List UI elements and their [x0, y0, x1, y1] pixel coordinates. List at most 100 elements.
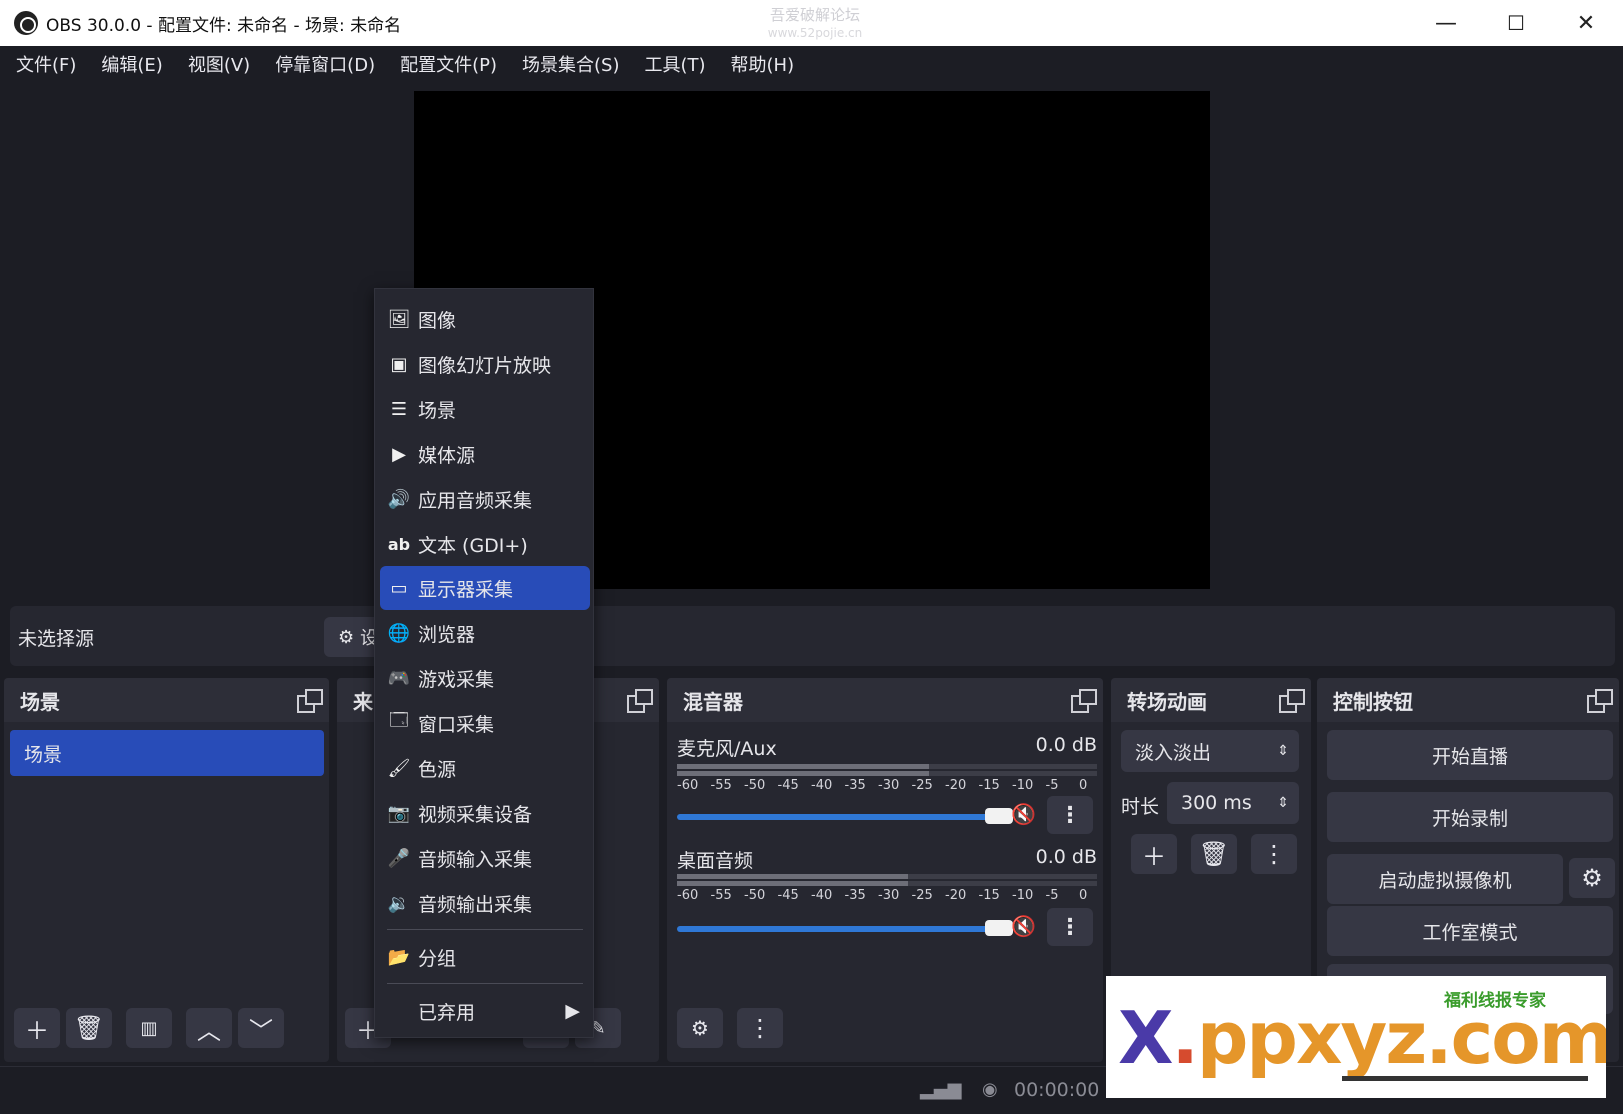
transitions-dock-header: 转场动画	[1111, 678, 1311, 722]
add-source-menu: 🖼 图像 ▣ 图像幻灯片放映 ☰ 场景 ▶ 媒体源 🔊 应用音频采集 ab 文本 (GDI+…	[374, 288, 594, 1038]
meter-scale: -60 -55 -50 -45 -40 -35 -30 -25 -20 -15 -10 -5 0	[677, 778, 1097, 796]
slider-handle[interactable]	[985, 808, 1013, 824]
float-dock-icon[interactable]	[1071, 689, 1097, 713]
muted-speaker-icon[interactable]: 🔇	[1011, 914, 1036, 938]
mixer-settings-button[interactable]: ⚙	[677, 1008, 723, 1048]
scale-tick-label: -60	[677, 888, 699, 903]
scale-tick-label: -50	[744, 888, 766, 903]
menu-item-browser[interactable]: 🌐 浏览器	[380, 611, 590, 655]
scale-tick-label: -45	[777, 888, 799, 903]
menu-item-text-gdi[interactable]: ab 文本 (GDI+)	[380, 522, 590, 566]
scene-filters-button[interactable]: ▥	[126, 1008, 172, 1048]
menu-edit[interactable]: 编辑(E)	[93, 51, 170, 77]
mixer-menu-button[interactable]: ⋮	[737, 1008, 783, 1048]
menu-item-media-source[interactable]: ▶ 媒体源	[380, 432, 590, 476]
network-signal-icon: ▂▄▆	[920, 1079, 962, 1100]
maximize-button[interactable]: ☐	[1481, 0, 1551, 46]
scale-tick-label: -40	[811, 888, 833, 903]
studio-mode-button[interactable]: 工作室模式	[1327, 906, 1613, 956]
transition-menu-button[interactable]: ⋮	[1251, 834, 1297, 874]
window-icon: 🗔	[389, 710, 409, 731]
close-button[interactable]: ✕	[1551, 0, 1621, 46]
menu-profile[interactable]: 配置文件(P)	[392, 51, 505, 77]
gear-icon: ⚙	[338, 626, 355, 648]
watermark-logo: 福利线报专家 X.ppxyz.com	[1106, 976, 1606, 1098]
scale-tick-label: -5	[1045, 888, 1059, 903]
volume-meter	[677, 764, 1097, 778]
more-vertical-icon: ⋮	[1059, 914, 1081, 940]
float-dock-icon[interactable]	[297, 689, 323, 713]
menu-item-image[interactable]: 🖼 图像	[380, 297, 590, 341]
scale-tick-label: -55	[710, 888, 732, 903]
menu-item-display-capture[interactable]: ▭ 显示器采集	[380, 566, 590, 610]
scale-tick-label: -20	[945, 888, 967, 903]
menu-item-deprecated[interactable]: 已弃用 ▶	[380, 989, 590, 1033]
start-recording-button[interactable]: 开始录制	[1327, 792, 1613, 842]
float-dock-icon[interactable]	[1587, 689, 1613, 713]
no-source-label: 未选择源	[18, 628, 95, 650]
move-scene-up-button[interactable]: ︿	[186, 1008, 232, 1048]
add-scene-button[interactable]: ＋	[14, 1008, 60, 1048]
menu-item-image-slideshow[interactable]: ▣ 图像幻灯片放映	[380, 342, 590, 386]
menu-item-scene[interactable]: ☰ 场景	[380, 387, 590, 431]
channel-menu-button[interactable]: ⋮	[1047, 908, 1093, 946]
start-virtual-camera-button[interactable]: 启动虚拟摄像机	[1327, 854, 1563, 904]
float-dock-icon[interactable]	[627, 689, 653, 713]
muted-speaker-icon[interactable]: 🔇	[1011, 802, 1036, 826]
scale-tick-label: 0	[1079, 778, 1088, 793]
channel-db: 0.0 dB	[1035, 846, 1097, 868]
transition-select[interactable]: 淡入淡出 ⇕	[1121, 730, 1299, 772]
more-vertical-icon: ⋮	[748, 1014, 772, 1042]
plus-icon: ＋	[25, 1016, 49, 1045]
start-streaming-button[interactable]: 开始直播	[1327, 730, 1613, 780]
move-scene-down-button[interactable]: ﹀	[238, 1008, 284, 1048]
menu-item-audio-input-capture[interactable]: 🎤 音频输入采集	[380, 836, 590, 880]
scale-tick-label: -15	[978, 778, 1000, 793]
source-toolbar: 未选择源 ⚙ 设	[10, 606, 1615, 666]
menu-item-app-audio-capture[interactable]: 🔊 应用音频采集	[380, 477, 590, 521]
menu-docks[interactable]: 停靠窗口(D)	[267, 51, 383, 77]
menu-bar: 文件(F) 编辑(E) 视图(V) 停靠窗口(D) 配置文件(P) 场景集合(S…	[0, 46, 1623, 82]
duration-input[interactable]: 300 ms ⇕	[1167, 782, 1299, 824]
volume-slider[interactable]	[677, 920, 1013, 936]
menu-scene-collection[interactable]: 场景集合(S)	[514, 51, 627, 77]
text-icon: ab	[387, 534, 411, 554]
list-icon: ☰	[390, 398, 408, 420]
globe-icon: 🌐	[387, 622, 411, 644]
minimize-button[interactable]: —	[1411, 0, 1481, 46]
monitor-icon: ▭	[390, 577, 408, 599]
scale-tick-label: -30	[878, 778, 900, 793]
menu-item-audio-output-capture[interactable]: 🔉 音频输出采集	[380, 881, 590, 925]
scale-tick-label: -5	[1045, 778, 1059, 793]
menu-item-color-source[interactable]: 🖌 色源	[380, 746, 590, 790]
menu-item-window-capture[interactable]: 🗔 窗口采集	[380, 701, 590, 745]
chevron-right-icon: ▶	[565, 1000, 580, 1022]
remove-transition-button[interactable]: 🗑	[1191, 834, 1237, 874]
remove-scene-button[interactable]: 🗑	[66, 1008, 112, 1048]
channel-menu-button[interactable]: ⋮	[1047, 796, 1093, 834]
scene-list-item[interactable]: 场景	[10, 730, 324, 776]
menu-file[interactable]: 文件(F)	[8, 51, 84, 77]
watermark-top: 吾爱破解论坛 www.52pojie.cn	[767, 6, 863, 40]
play-icon: ▶	[392, 443, 406, 465]
volume-slider[interactable]	[677, 808, 1013, 824]
scale-tick-label: -60	[677, 778, 699, 793]
menu-item-game-capture[interactable]: 🎮 游戏采集	[380, 656, 590, 700]
float-dock-icon[interactable]	[1279, 689, 1305, 713]
menu-view[interactable]: 视图(V)	[180, 51, 258, 77]
channel-db: 0.0 dB	[1035, 734, 1097, 756]
menu-item-video-capture-device[interactable]: 📷 视频采集设备	[380, 791, 590, 835]
virtual-camera-settings-button[interactable]: ⚙	[1569, 858, 1615, 898]
scale-tick-label: -10	[1012, 888, 1034, 903]
menu-item-group[interactable]: 📂 分组	[380, 935, 590, 979]
spin-icon[interactable]: ⇕	[1277, 795, 1289, 811]
menu-tools[interactable]: 工具(T)	[636, 51, 713, 77]
slider-handle[interactable]	[985, 920, 1013, 936]
volume-meter	[677, 874, 1097, 888]
folder-icon: 📂	[387, 946, 411, 968]
watermark-brand: X.ppxyz.com	[1118, 996, 1606, 1080]
slideshow-icon: ▣	[390, 353, 408, 375]
menu-help[interactable]: 帮助(H)	[723, 51, 803, 77]
add-transition-button[interactable]: ＋	[1131, 834, 1177, 874]
scale-tick-label: -45	[777, 778, 799, 793]
